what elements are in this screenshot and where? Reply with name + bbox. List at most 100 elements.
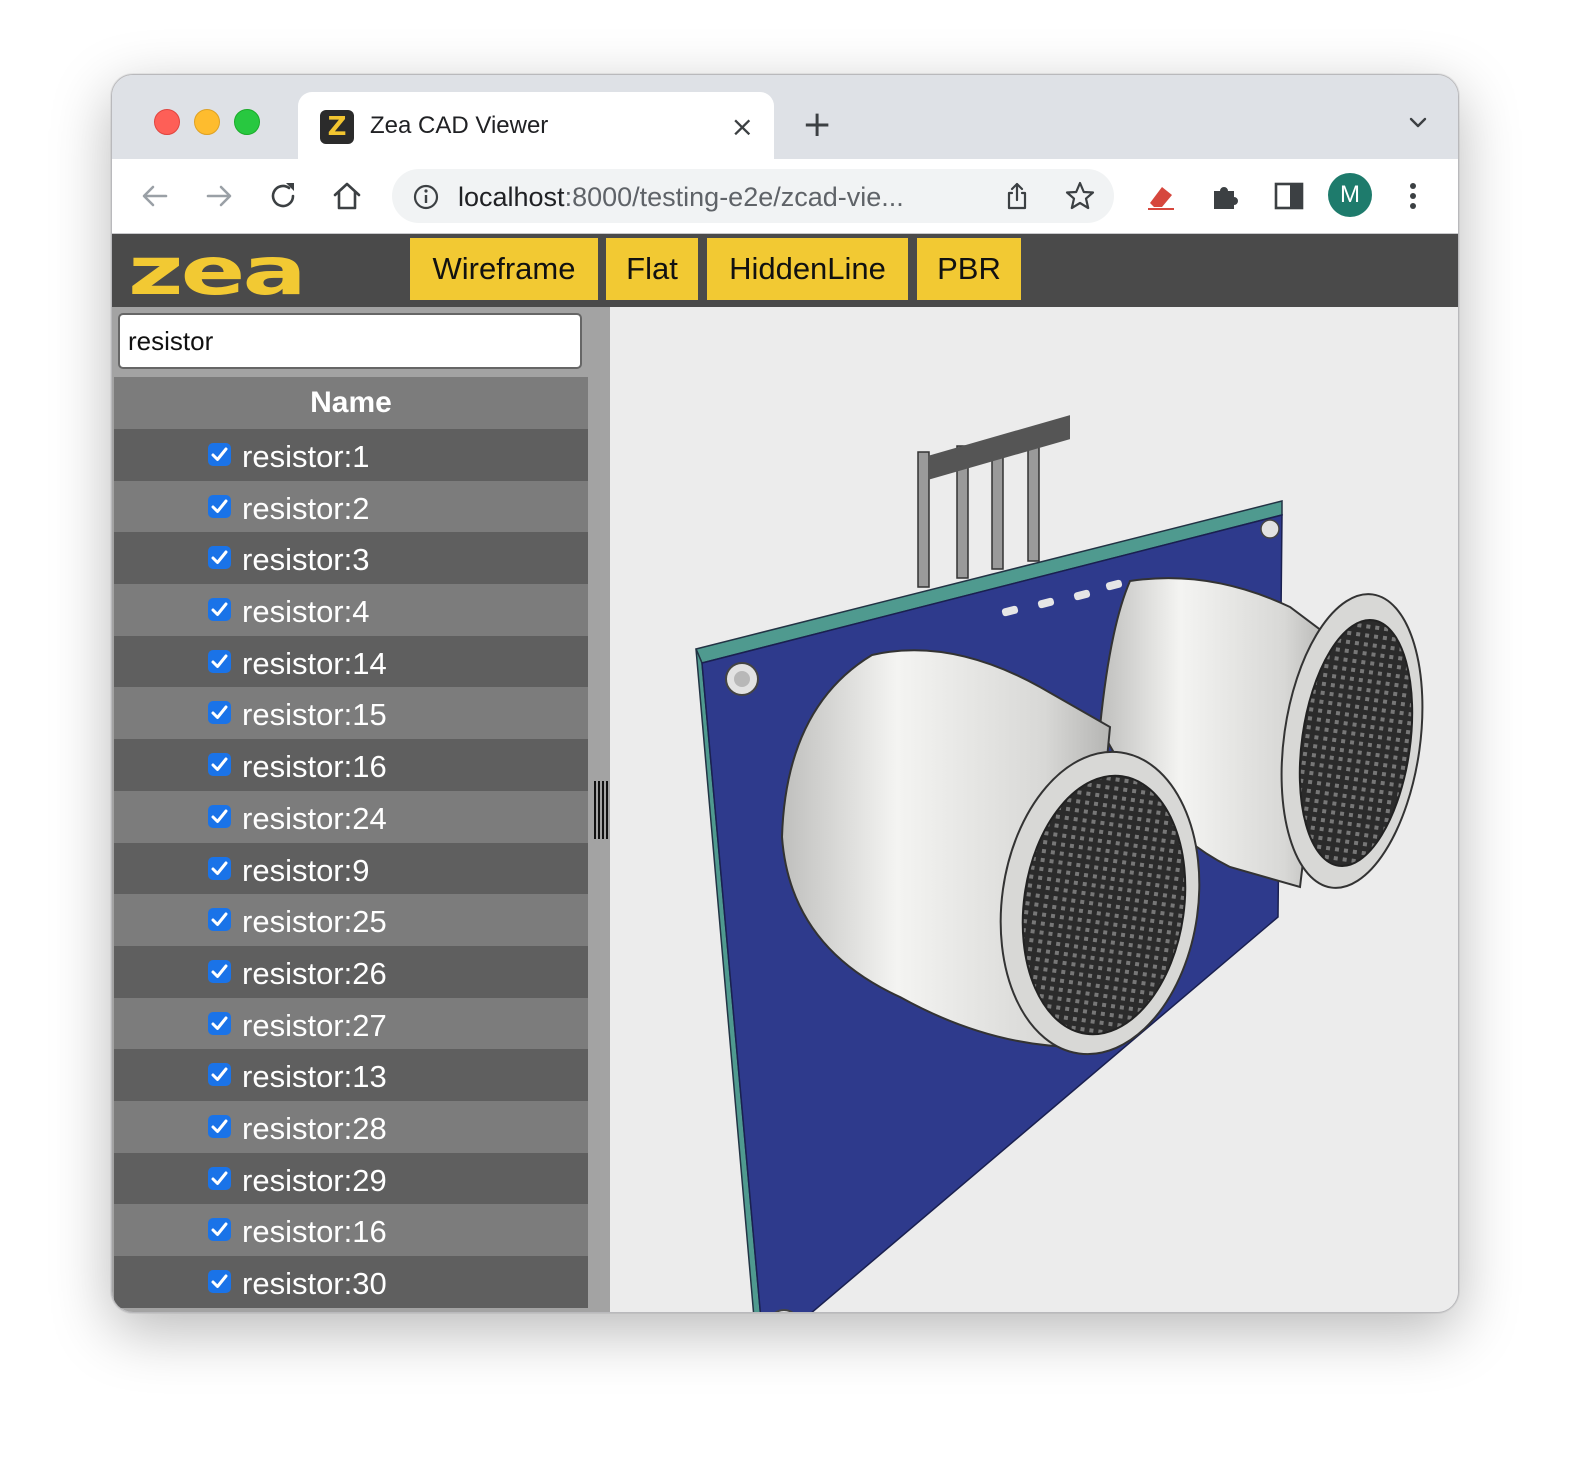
eraser-extension-icon[interactable] [1142, 177, 1180, 215]
url-text[interactable]: localhost:8000/testing-e2e/zcad-vie... [458, 182, 904, 213]
checkmark-icon [211, 499, 228, 513]
pbr-button[interactable]: PBR [917, 238, 1021, 300]
forward-icon[interactable] [200, 177, 238, 215]
sensor-model-render[interactable] [610, 307, 1458, 1312]
visibility-checkbox[interactable] [208, 649, 231, 673]
zea-logo-text: zea [128, 244, 304, 300]
tree-row[interactable]: resistor:30 [114, 1256, 588, 1308]
tree-row-label[interactable]: resistor:27 [242, 1008, 387, 1044]
browser-toolbar: localhost:8000/testing-e2e/zcad-vie... M [112, 159, 1458, 234]
checkmark-icon [211, 1119, 228, 1133]
cad-viewport[interactable] [610, 307, 1458, 1312]
maximize-window-button[interactable] [234, 109, 260, 135]
visibility-checkbox[interactable] [208, 1063, 231, 1087]
tree-rows: resistor:1 resistor:2 resistor:3 resistor:4… [114, 429, 588, 1308]
tree-row-label[interactable]: resistor:9 [242, 853, 369, 889]
tree-row-label[interactable]: resistor:24 [242, 801, 387, 837]
hiddenline-button[interactable]: HiddenLine [707, 238, 908, 300]
checkmark-icon [211, 1222, 228, 1237]
name-column-header[interactable]: Name [114, 377, 588, 429]
visibility-checkbox[interactable] [208, 908, 231, 932]
reload-icon[interactable] [264, 177, 302, 215]
visibility-checkbox[interactable] [208, 598, 231, 622]
address-bar[interactable]: localhost:8000/testing-e2e/zcad-vie... [392, 169, 1114, 223]
url-path: :8000/testing-e2e/zcad-vie... [564, 182, 904, 212]
tree-row[interactable]: resistor:9 [114, 842, 588, 895]
tree-row[interactable]: resistor:13 [114, 1049, 588, 1101]
tree-row[interactable]: resistor:2 [114, 480, 588, 533]
tree-row-label[interactable]: resistor:16 [242, 749, 387, 785]
tab-close-icon[interactable]: × [731, 110, 754, 143]
visibility-checkbox[interactable] [208, 753, 231, 777]
minimize-window-button[interactable] [194, 109, 220, 135]
tree-row-label[interactable]: resistor:2 [242, 491, 369, 527]
new-tab-button[interactable]: + [802, 105, 832, 145]
tree-row[interactable]: resistor:1 [114, 429, 588, 481]
tree-row[interactable]: resistor:28 [114, 1100, 588, 1153]
zea-logo: zea [128, 244, 306, 300]
extensions-icon[interactable] [1206, 177, 1244, 215]
visibility-checkbox[interactable] [208, 546, 231, 570]
visibility-checkbox[interactable] [208, 856, 231, 880]
tree-row[interactable]: resistor:26 [114, 945, 588, 998]
visibility-checkbox[interactable] [208, 1166, 231, 1190]
tree-row-label[interactable]: resistor:4 [242, 594, 369, 630]
tree-row[interactable]: resistor:29 [114, 1152, 588, 1205]
visibility-checkbox[interactable] [208, 494, 231, 518]
checkmark-icon [211, 447, 228, 461]
tree-row-label[interactable]: resistor:1 [242, 439, 369, 475]
tree-row-label[interactable]: resistor:16 [242, 1214, 387, 1250]
profile-avatar[interactable]: M [1328, 173, 1372, 217]
visibility-checkbox[interactable] [208, 804, 231, 828]
url-host: localhost [458, 182, 565, 212]
tree-row-label[interactable]: resistor:3 [242, 542, 369, 578]
tab-title: Zea CAD Viewer [370, 112, 549, 139]
wireframe-button[interactable]: Wireframe [410, 238, 598, 300]
visibility-checkbox[interactable] [208, 1218, 231, 1242]
star-icon[interactable] [1064, 180, 1096, 212]
flat-button[interactable]: Flat [606, 238, 698, 300]
tree-row[interactable]: resistor:24 [114, 790, 588, 843]
tree-row-label[interactable]: resistor:15 [242, 697, 387, 733]
home-icon[interactable] [328, 177, 366, 215]
tree-row-label[interactable]: resistor:28 [242, 1111, 387, 1147]
browser-window: Z Zea CAD Viewer × + localhost:8000/test… [111, 74, 1459, 1313]
tree-row[interactable]: resistor:25 [114, 894, 588, 946]
splitter-grip-icon[interactable] [594, 781, 608, 839]
visibility-checkbox[interactable] [208, 443, 231, 466]
tree-row[interactable]: resistor:14 [114, 635, 588, 688]
tree-row-label[interactable]: resistor:14 [242, 646, 387, 682]
tree-row-label[interactable]: resistor:26 [242, 956, 387, 992]
close-window-button[interactable] [154, 109, 180, 135]
side-panel-icon[interactable] [1270, 177, 1308, 215]
tab-list-chevron-icon[interactable] [1408, 113, 1428, 133]
site-info-icon[interactable] [412, 183, 440, 211]
tree-row-label[interactable]: resistor:25 [242, 904, 387, 940]
visibility-checkbox[interactable] [208, 701, 231, 725]
checkmark-icon [211, 654, 228, 668]
visibility-checkbox[interactable] [208, 1114, 231, 1138]
tree-row[interactable]: resistor:16 [114, 1204, 588, 1256]
checkmark-icon [211, 1067, 228, 1082]
back-icon[interactable] [136, 177, 174, 215]
tree-row[interactable]: resistor:4 [114, 584, 588, 636]
tree-row[interactable]: resistor:3 [114, 532, 588, 585]
tree-row-label[interactable]: resistor:29 [242, 1163, 387, 1199]
visibility-checkbox[interactable] [208, 959, 231, 983]
tree-row[interactable]: resistor:16 [114, 739, 588, 791]
visibility-checkbox[interactable] [208, 1011, 231, 1035]
checkmark-icon [211, 912, 228, 927]
checkmark-icon [211, 1016, 228, 1030]
tree-row[interactable]: resistor:27 [114, 997, 588, 1050]
checkmark-icon [211, 602, 228, 617]
more-menu-icon[interactable] [1394, 177, 1432, 215]
browser-tab[interactable]: Z Zea CAD Viewer × [298, 92, 774, 160]
tree-row-label[interactable]: resistor:13 [242, 1059, 387, 1095]
share-icon[interactable] [1002, 181, 1032, 211]
checkmark-icon [211, 705, 228, 720]
tree-row[interactable]: resistor:15 [114, 687, 588, 740]
visibility-checkbox[interactable] [208, 1270, 231, 1293]
tree-sidebar: Name resistor:1resistor:2resistor:3resis… [112, 307, 592, 1312]
tree-row-label[interactable]: resistor:30 [242, 1266, 387, 1302]
search-input[interactable] [118, 313, 582, 369]
